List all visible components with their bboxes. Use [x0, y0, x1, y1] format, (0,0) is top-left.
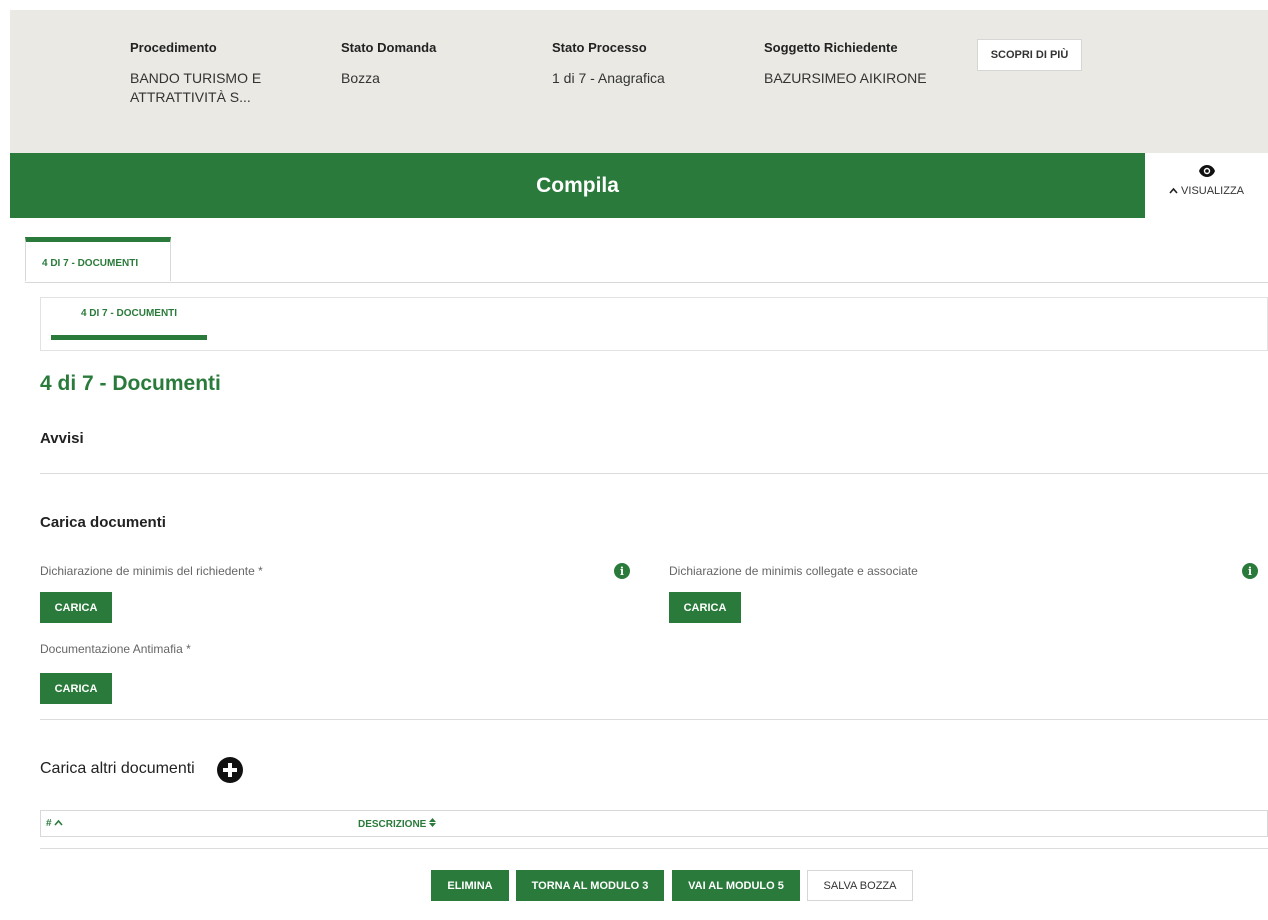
sub-tab-documenti[interactable]: 4 DI 7 - DOCUMENTI [51, 298, 207, 352]
torna-modulo-button[interactable]: TORNA AL MODULO 3 [516, 870, 664, 901]
avvisi-heading: Avvisi [40, 430, 84, 447]
banner-title: Compila [536, 173, 619, 197]
scopri-di-piu-button[interactable]: SCOPRI DI PIÙ [977, 39, 1082, 71]
field-label-antimafia: Documentazione Antimafia * [40, 642, 191, 656]
compila-banner: Compila [10, 153, 1145, 218]
soggetto-label: Soggetto Richiedente [764, 40, 898, 55]
carica-button-de-minimis-richiedente[interactable]: CARICA [40, 592, 112, 623]
header-label: # [46, 818, 52, 829]
sub-tab-active-indicator [51, 335, 207, 340]
elimina-button[interactable]: ELIMINA [431, 870, 509, 901]
divider [40, 848, 1268, 849]
procedimento-block: Procedimento BANDO TURISMO E ATTRATTIVIT… [130, 40, 290, 107]
visualizza-label: VISUALIZZA [1181, 185, 1245, 197]
stato-processo-label: Stato Processo [552, 40, 647, 55]
info-icon[interactable]: i [614, 563, 630, 579]
carica-altri-heading: Carica altri documenti [40, 760, 195, 777]
divider [40, 719, 1268, 720]
divider [40, 473, 1268, 474]
chevron-up-icon [54, 818, 63, 829]
visualizza-row: VISUALIZZA [1145, 185, 1268, 197]
vai-modulo-button[interactable]: VAI AL MODULO 5 [672, 870, 800, 901]
carica-button-de-minimis-collegate[interactable]: CARICA [669, 592, 741, 623]
eye-icon [1145, 165, 1268, 179]
soggetto-value: BAZURSIMEO AIKIRONE [764, 70, 927, 86]
add-document-icon[interactable] [217, 757, 243, 783]
stato-domanda-block: Stato Domanda Bozza [341, 40, 436, 88]
stato-domanda-label: Stato Domanda [341, 40, 437, 55]
field-label-de-minimis-richiedente: Dichiarazione de minimis del richiedente… [40, 564, 263, 578]
sub-tab-label: 4 DI 7 - DOCUMENTI [80, 308, 178, 319]
stato-processo-block: Stato Processo 1 di 7 - Anagrafica [552, 40, 665, 88]
visualizza-toggle[interactable]: VISUALIZZA [1145, 153, 1268, 218]
altri-documenti-table: # DESCRIZIONE [40, 810, 1268, 837]
info-icon[interactable]: i [1242, 563, 1258, 579]
carica-documenti-heading: Carica documenti [40, 514, 166, 531]
table-header-descrizione[interactable]: DESCRIZIONE [358, 818, 437, 830]
header-label: DESCRIZIONE [358, 819, 427, 830]
chevron-up-icon [1169, 185, 1181, 197]
procedure-info-header: Procedimento BANDO TURISMO E ATTRATTIVIT… [10, 10, 1268, 153]
sub-tab-panel: 4 DI 7 - DOCUMENTI [40, 297, 1268, 351]
page-title: 4 di 7 - Documenti [40, 372, 221, 395]
procedimento-value: BANDO TURISMO E ATTRATTIVITÀ S... [130, 70, 262, 105]
field-label-de-minimis-collegate: Dichiarazione de minimis collegate e ass… [669, 564, 918, 578]
salva-bozza-button[interactable]: SALVA BOZZA [807, 870, 913, 901]
table-header-number[interactable]: # [46, 818, 63, 829]
stato-domanda-value: Bozza [341, 70, 380, 86]
soggetto-block: Soggetto Richiedente BAZURSIMEO AIKIRONE [764, 40, 927, 88]
sort-icon [429, 818, 437, 830]
carica-button-antimafia[interactable]: CARICA [40, 673, 112, 704]
tab-documenti[interactable]: 4 DI 7 - DOCUMENTI [25, 237, 171, 281]
stato-processo-value: 1 di 7 - Anagrafica [552, 70, 665, 86]
module-tabstrip: 4 DI 7 - DOCUMENTI [25, 237, 1268, 283]
procedimento-label: Procedimento [130, 40, 217, 55]
